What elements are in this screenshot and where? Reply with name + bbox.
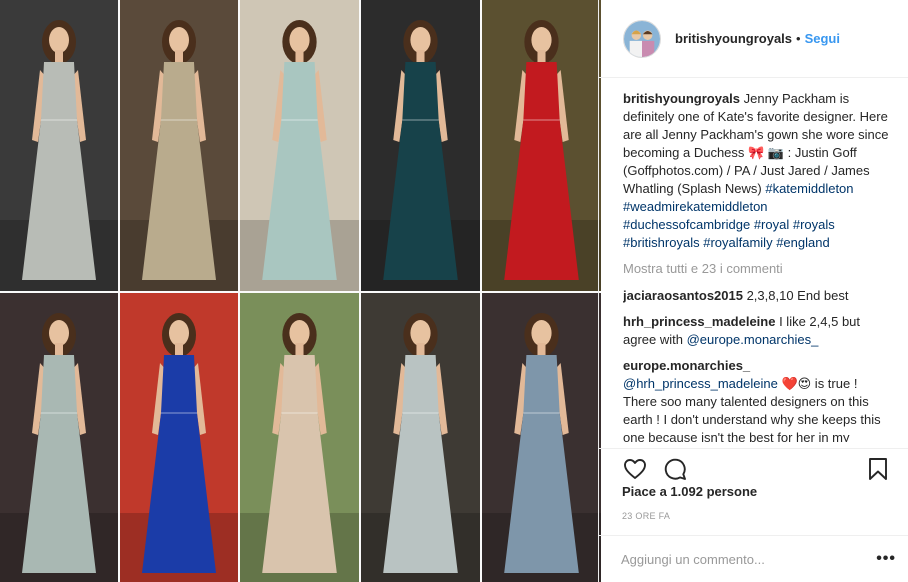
hashtag-link[interactable]: #england [776, 235, 830, 250]
show-all-comments-link[interactable]: Mostra tutti e 23 i commenti [623, 260, 892, 278]
comment-item: europe.monarchies_ @hrh_princess_madelei… [623, 357, 892, 442]
gown-photo-image [120, 0, 238, 291]
gown-photo-9 [361, 293, 480, 582]
hashtag-link[interactable]: #duchessofcambridge [623, 217, 750, 232]
add-comment-bar: ••• [599, 535, 908, 582]
heart-icon [624, 458, 646, 479]
comment-bubble-icon [664, 458, 686, 480]
comment-username[interactable]: europe.monarchies_ [623, 358, 750, 373]
post-side-panel: britishyoungroyals • Segui britishyoungr… [598, 0, 908, 582]
gown-photo-1 [0, 0, 118, 291]
gown-photo-image [361, 293, 480, 582]
hashtag-link[interactable]: #royalfamily [703, 235, 772, 250]
comment-item: jaciaraosantos2015 2,3,8,10 End best [623, 287, 892, 305]
header-username[interactable]: britishyoungroyals [675, 31, 792, 46]
like-button[interactable] [621, 455, 649, 483]
comment-mention[interactable]: @europe.monarchies_ [687, 332, 819, 347]
likes-count[interactable]: Piace a 1.092 persone [622, 484, 757, 499]
gown-photo-3 [240, 0, 359, 291]
gown-photo-4 [361, 0, 480, 291]
gown-photo-10 [482, 293, 601, 582]
follow-button[interactable]: Segui [805, 31, 840, 46]
hashtag-link[interactable]: #royal [754, 217, 789, 232]
gown-photo-image [120, 293, 238, 582]
gown-photo-6 [0, 293, 118, 582]
gown-photo-image [240, 0, 359, 291]
post-timestamp: 23 ORE FA [622, 511, 671, 521]
comment-button[interactable] [661, 455, 689, 483]
avatar[interactable] [623, 19, 661, 58]
comment-username[interactable]: jaciaraosantos2015 [623, 288, 743, 303]
gown-photo-7 [120, 293, 238, 582]
gown-photo-2 [120, 0, 238, 291]
comment-text: 2,3,8,10 End best [742, 288, 849, 303]
hashtag-link[interactable]: #weadmirekatemiddleton [623, 199, 768, 214]
comments-area[interactable]: britishyoungroyals Jenny Packham is defi… [623, 90, 892, 442]
gown-photo-image [482, 0, 601, 291]
gown-photo-image [240, 293, 359, 582]
comment-mention[interactable]: @hrh_princess_madeleine [623, 376, 778, 391]
gown-photo-image [361, 0, 480, 291]
bookmark-icon [869, 457, 887, 480]
post-caption: britishyoungroyals Jenny Packham is defi… [623, 90, 892, 252]
gown-photo-image [0, 293, 118, 582]
post-actions-bar [599, 448, 908, 488]
gown-photo-image [0, 0, 118, 291]
hashtag-link[interactable]: #katemiddleton [765, 181, 853, 196]
gown-photo-8 [240, 293, 359, 582]
gown-photo-5 [482, 0, 601, 291]
comment-item: hrh_princess_madeleine I like 2,4,5 but … [623, 313, 892, 349]
more-options-icon[interactable]: ••• [876, 550, 896, 568]
save-button[interactable] [864, 455, 892, 483]
gown-photo-image [482, 293, 601, 582]
caption-username[interactable]: britishyoungroyals [623, 91, 740, 106]
add-comment-input[interactable] [621, 551, 877, 567]
post-header: britishyoungroyals • Segui [599, 0, 908, 78]
hashtag-link[interactable]: #britishroyals [623, 235, 700, 250]
comment-list: jaciaraosantos2015 2,3,8,10 End best hrh_… [623, 287, 892, 442]
post-photo-collage[interactable] [0, 0, 601, 582]
hashtag-link[interactable]: #royals [793, 217, 835, 232]
header-separator-dot: • [796, 31, 801, 46]
comment-username[interactable]: hrh_princess_madeleine [623, 314, 775, 329]
avatar-image [624, 20, 660, 57]
